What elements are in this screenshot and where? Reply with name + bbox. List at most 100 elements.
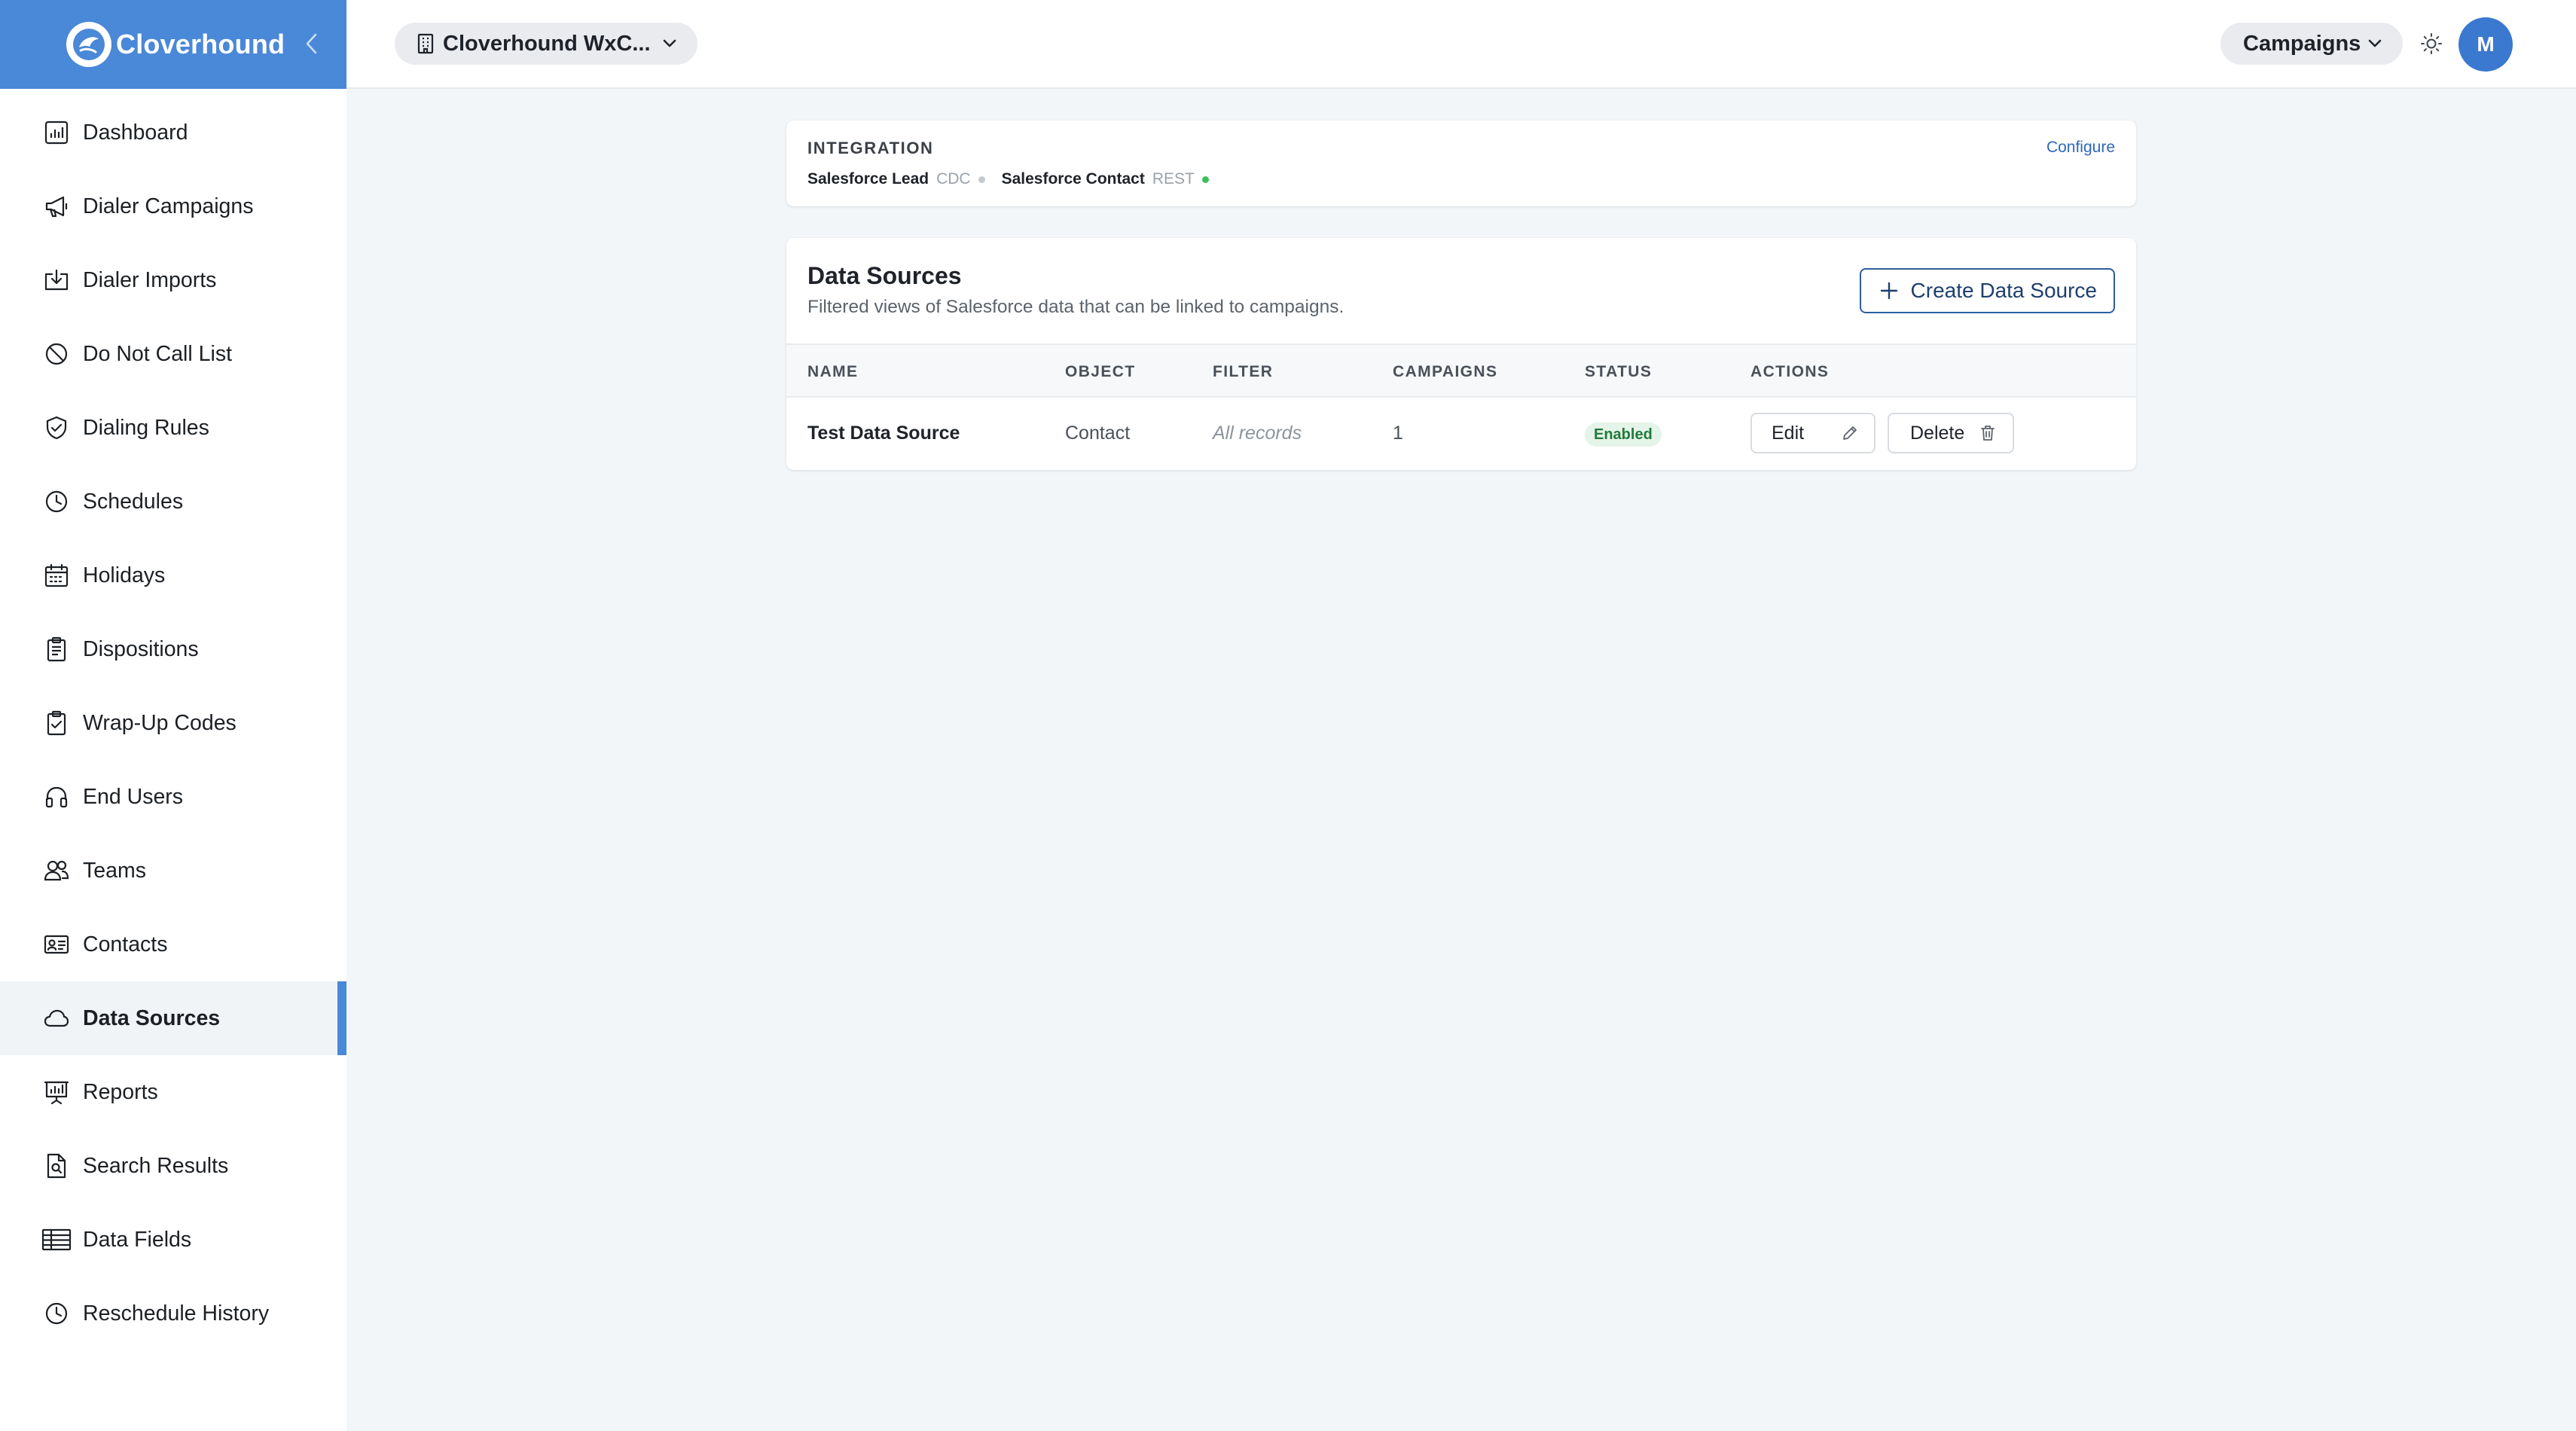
sidebar-item-schedules[interactable]: Schedules <box>0 465 346 539</box>
pencil-icon <box>1841 424 1859 442</box>
data-source-filter: All records <box>1213 423 1302 444</box>
theme-toggle-button[interactable] <box>2416 29 2446 59</box>
cloud-icon <box>41 1002 72 1034</box>
sidebar-item-dialing-rules[interactable]: Dialing Rules <box>0 391 346 465</box>
presentation-chart-icon <box>41 1076 72 1108</box>
sidebar-item-label: Dispositions <box>83 636 199 661</box>
sun-icon <box>2421 33 2442 54</box>
chevron-left-icon <box>306 33 317 54</box>
column-header-filter: FILTER <box>1213 363 1274 380</box>
sidebar-item-end-users[interactable]: End Users <box>0 760 346 834</box>
chevron-down-icon <box>661 38 678 49</box>
sidebar-item-label: Search Results <box>83 1153 229 1178</box>
integration-status-dot <box>1201 175 1209 183</box>
cloverhound-logo-icon <box>66 22 111 67</box>
sidebar-item-dialer-campaigns[interactable]: Dialer Campaigns <box>0 169 346 243</box>
import-icon <box>41 264 72 296</box>
sidebar-item-do-not-call-list[interactable]: Do Not Call List <box>0 317 346 391</box>
sidebar-item-dispositions[interactable]: Dispositions <box>0 612 346 686</box>
status-badge: Enabled <box>1585 423 1662 447</box>
clipboard-check-icon <box>41 707 72 739</box>
delete-button[interactable]: Delete <box>1888 413 2014 453</box>
create-data-source-button[interactable]: Create Data Source <box>1859 268 2115 313</box>
prohibited-icon <box>41 338 72 370</box>
sidebar-item-data-sources[interactable]: Data Sources <box>0 981 346 1055</box>
integration-name: Salesforce Contact <box>1001 170 1145 188</box>
dashboard-icon <box>41 117 72 148</box>
sidebar-item-contacts[interactable]: Contacts <box>0 908 346 981</box>
sidebar-item-label: Data Fields <box>83 1227 192 1252</box>
sidebar-item-data-fields[interactable]: Data Fields <box>0 1203 346 1277</box>
data-source-object: Contact <box>1065 423 1131 444</box>
building-icon <box>416 33 435 54</box>
sidebar-item-search-results[interactable]: Search Results <box>0 1129 346 1203</box>
delete-label: Delete <box>1910 422 1965 444</box>
integration-status-dot <box>978 175 985 183</box>
sidebar-item-reschedule-history[interactable]: Reschedule History <box>0 1277 346 1350</box>
table-row: Test Data Source Contact All records 1 E… <box>786 398 2136 470</box>
page-subtitle: Filtered views of Salesforce data that c… <box>807 297 1344 317</box>
sidebar-item-label: Do Not Call List <box>83 341 232 366</box>
column-header-object: OBJECT <box>1065 363 1136 380</box>
data-source-name[interactable]: Test Data Source <box>807 423 960 444</box>
sidebar-item-label: Schedules <box>83 489 184 514</box>
table-icon <box>41 1224 72 1256</box>
module-select[interactable]: Campaigns <box>2220 23 2404 65</box>
sidebar-item-dialer-imports[interactable]: Dialer Imports <box>0 243 346 317</box>
megaphone-icon <box>41 191 72 222</box>
sidebar-item-label: Dialing Rules <box>83 415 209 440</box>
brand-header: Cloverhound <box>0 0 346 89</box>
integration-list: Salesforce Lead CDC Salesforce Contact R… <box>807 170 1209 188</box>
sidebar-item-label: Holidays <box>83 563 166 587</box>
user-avatar[interactable]: M <box>2458 17 2513 72</box>
users-icon <box>41 855 72 886</box>
page-title: Data Sources <box>807 262 962 289</box>
configure-link[interactable]: Configure <box>2046 139 2115 157</box>
integration-card: INTEGRATION Configure Salesforce Lead CD… <box>786 121 2136 206</box>
trash-icon <box>1979 424 1996 442</box>
column-header-name: NAME <box>807 363 859 380</box>
sidebar: Cloverhound Dashboard Dialer Campaigns D… <box>0 0 346 1431</box>
clock-icon <box>41 486 72 517</box>
data-source-campaigns-count: 1 <box>1393 423 1403 444</box>
contact-card-icon <box>41 929 72 960</box>
sidebar-item-wrap-up-codes[interactable]: Wrap-Up Codes <box>0 686 346 760</box>
edit-button[interactable]: Edit <box>1750 413 1876 453</box>
sidebar-item-label: End Users <box>83 784 184 809</box>
shield-check-icon <box>41 412 72 444</box>
integration-type: CDC <box>936 170 971 188</box>
clock-icon <box>41 1298 72 1329</box>
sidebar-item-label: Wrap-Up Codes <box>83 710 237 735</box>
column-header-status: STATUS <box>1585 363 1653 380</box>
module-label: Campaigns <box>2243 31 2361 56</box>
sidebar-item-label: Teams <box>83 858 146 883</box>
sidebar-item-dashboard[interactable]: Dashboard <box>0 96 346 169</box>
sidebar-item-label: Dialer Campaigns <box>83 194 254 218</box>
organization-label: Cloverhound WxC... <box>443 31 651 56</box>
sidebar-nav: Dashboard Dialer Campaigns Dialer Import… <box>0 89 346 1350</box>
data-sources-card: Data Sources Filtered views of Salesforc… <box>786 238 2136 470</box>
sidebar-item-label: Dialer Imports <box>83 267 217 292</box>
sidebar-item-label: Contacts <box>83 932 168 957</box>
headset-icon <box>41 781 72 813</box>
brand-name: Cloverhound <box>116 29 285 59</box>
column-header-campaigns: CAMPAIGNS <box>1393 363 1498 380</box>
table-header: NAME OBJECT FILTER CAMPAIGNS STATUS ACTI… <box>786 343 2136 398</box>
clipboard-icon <box>41 633 72 665</box>
sidebar-item-reports[interactable]: Reports <box>0 1055 346 1129</box>
sidebar-item-label: Dashboard <box>83 120 188 145</box>
create-data-source-label: Create Data Source <box>1910 279 2097 302</box>
integration-title: INTEGRATION <box>807 139 934 157</box>
sidebar-item-teams[interactable]: Teams <box>0 834 346 908</box>
document-search-icon <box>41 1150 72 1182</box>
plus-icon <box>1879 281 1899 301</box>
column-header-actions: ACTIONS <box>1750 363 1830 380</box>
edit-label: Edit <box>1772 422 1805 444</box>
sidebar-item-label: Data Sources <box>83 1005 221 1030</box>
collapse-sidebar-button[interactable] <box>297 29 327 59</box>
sidebar-item-label: Reschedule History <box>83 1301 270 1326</box>
organization-select[interactable]: Cloverhound WxC... <box>395 23 697 65</box>
sidebar-item-holidays[interactable]: Holidays <box>0 539 346 612</box>
chevron-down-icon <box>2367 38 2383 49</box>
sidebar-item-label: Reports <box>83 1079 158 1104</box>
